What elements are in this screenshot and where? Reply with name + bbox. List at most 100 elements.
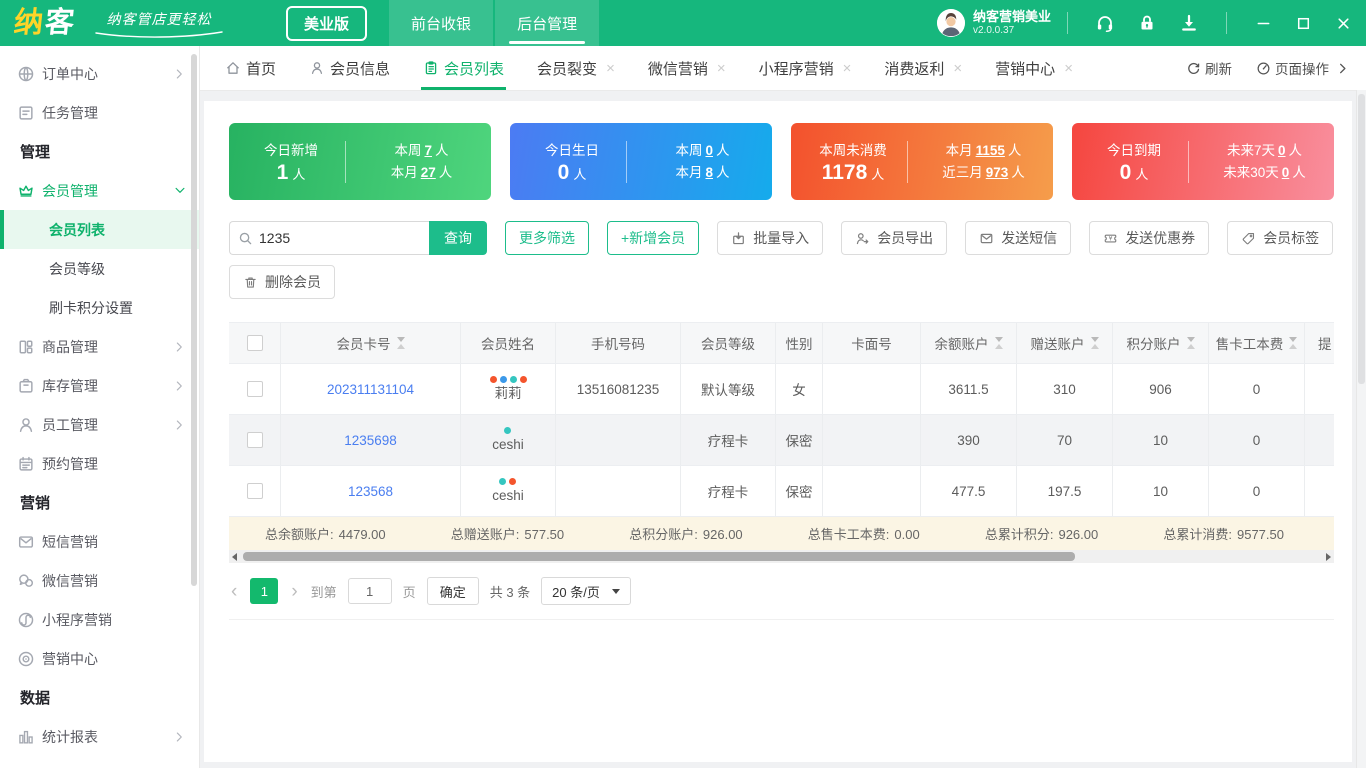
topnav-front-cashier[interactable]: 前台收银 (389, 0, 493, 46)
horizontal-scrollbar[interactable] (229, 550, 1334, 563)
table-row[interactable]: 1235698 ceshi 疗程卡 保密 (229, 415, 1334, 466)
stat-card-main: 今日新增 1人 (243, 139, 339, 185)
lock-icon[interactable] (1137, 13, 1157, 33)
row-checkbox[interactable] (247, 432, 263, 448)
send-sms-button[interactable]: 发送短信 (965, 221, 1071, 255)
tab-member-fission[interactable]: 会员裂变 × (537, 46, 615, 90)
more-filter-button[interactable]: 更多筛选 (505, 221, 589, 255)
miniprogram-icon (17, 611, 35, 629)
confirm-page-button[interactable]: 确定 (427, 577, 479, 605)
page-scrollbar[interactable] (1356, 90, 1366, 768)
goods-icon (17, 338, 35, 356)
sort-icons[interactable] (1187, 337, 1195, 349)
col-header-card-fee[interactable]: 售卡工本费 (1209, 323, 1305, 363)
tab-consume-rebate[interactable]: 消费返利 × (884, 46, 962, 90)
row-checkbox[interactable] (247, 483, 263, 499)
sidebar-item-appointment-manage[interactable]: 预约管理 (0, 444, 199, 483)
sort-icons[interactable] (397, 337, 405, 349)
sidebar-item-statistics-report[interactable]: 统计报表 (0, 717, 199, 756)
maximize-button[interactable] (1288, 8, 1318, 38)
tab-home[interactable]: 首页 (225, 46, 276, 90)
col-header-points[interactable]: 积分账户 (1113, 323, 1209, 363)
member-card-link[interactable]: 123568 (348, 484, 393, 499)
select-all-checkbox[interactable] (247, 335, 263, 351)
stat-card-birthday-today[interactable]: 今日生日 0人 本周0人 本月8人 (510, 123, 772, 200)
sidebar-item-wechat-marketing[interactable]: 微信营销 (0, 561, 199, 600)
sidebar-item-task-manage[interactable]: 任务管理 (0, 93, 199, 132)
stat-card-expire-today[interactable]: 今日到期 0人 未来7天0人 未来30天0人 (1072, 123, 1334, 200)
tab-close-icon[interactable]: × (717, 61, 726, 76)
sidebar-item-staff-manage[interactable]: 员工管理 (0, 405, 199, 444)
sidebar-item-goods-manage[interactable]: 商品管理 (0, 327, 199, 366)
member-tag-button[interactable]: 会员标签 (1227, 221, 1333, 255)
col-header-gift[interactable]: 赠送账户 (1017, 323, 1113, 363)
summary-item: 总售卡工本费:0.00 (808, 524, 925, 543)
stat-card-no-consume-week[interactable]: 本周未消费 1178人 本月1155人 近三月973人 (791, 123, 1053, 200)
sidebar-item-card-points-setting[interactable]: 刷卡积分设置 (0, 288, 199, 327)
tab-close-icon[interactable]: × (606, 61, 615, 76)
user-box[interactable]: 纳客营销美业 v2.0.0.37 (937, 9, 1051, 37)
sidebar-item-partial[interactable] (0, 756, 199, 768)
download-icon[interactable] (1179, 13, 1199, 33)
tab-miniprogram-marketing[interactable]: 小程序营销 × (759, 46, 852, 90)
col-header-balance[interactable]: 余额账户 (921, 323, 1017, 363)
topbar-divider (1067, 12, 1068, 34)
tab-marketing-center[interactable]: 营销中心 × (995, 46, 1073, 90)
tab-label: 会员信息 (330, 58, 390, 79)
bar-chart-icon (17, 728, 35, 746)
refresh-icon (1186, 61, 1201, 76)
search-input[interactable] (259, 230, 421, 246)
table-row[interactable]: 202311131104 莉莉 13516081235 默认等级 女 (229, 364, 1334, 415)
horizontal-scrollbar-thumb[interactable] (243, 552, 1075, 561)
sidebar-item-order-center[interactable]: 订单中心 (0, 54, 199, 93)
tab-close-icon[interactable]: × (953, 61, 962, 76)
member-name-cell: ceshi (492, 478, 524, 505)
stat-card-new-today[interactable]: 今日新增 1人 本周7人 本月27人 (229, 123, 491, 200)
tab-close-icon[interactable]: × (1064, 61, 1073, 76)
delete-member-button[interactable]: 删除会员 (229, 265, 335, 299)
tab-member-info[interactable]: 会员信息 (309, 46, 390, 90)
sidebar-item-member-list[interactable]: 会员列表 (0, 210, 199, 249)
tab-close-icon[interactable]: × (843, 61, 852, 76)
member-card-link[interactable]: 1235698 (344, 433, 397, 448)
sidebar-item-member-manage[interactable]: 会员管理 (0, 171, 199, 210)
topnav-back-manage[interactable]: 后台管理 (495, 0, 599, 46)
search-button[interactable]: 查询 (429, 221, 487, 255)
refresh-button[interactable]: 刷新 (1186, 58, 1232, 78)
tab-member-list[interactable]: 会员列表 (423, 46, 504, 90)
tab-wechat-marketing[interactable]: 微信营销 × (648, 46, 726, 90)
sidebar-item-sms-marketing[interactable]: 短信营销 (0, 522, 199, 561)
table-row[interactable]: 123568 ceshi 疗程卡 保密 (229, 466, 1334, 517)
add-member-button[interactable]: +新增会员 (607, 221, 699, 255)
col-header-level: 会员等级 (681, 323, 776, 363)
page-actions-button[interactable]: 页面操作 (1256, 58, 1350, 78)
member-face-no (823, 415, 921, 465)
next-page-button[interactable]: › (289, 582, 299, 601)
current-page-button[interactable]: 1 (250, 578, 278, 604)
member-export-button[interactable]: 会员导出 (841, 221, 947, 255)
sidebar-item-member-level[interactable]: 会员等级 (0, 249, 199, 288)
sort-icons[interactable] (1091, 337, 1099, 349)
sidebar-item-stock-manage[interactable]: 库存管理 (0, 366, 199, 405)
sort-icons[interactable] (995, 337, 1003, 349)
sidebar-item-miniprogram-marketing[interactable]: 小程序营销 (0, 600, 199, 639)
page-scrollbar-thumb[interactable] (1358, 94, 1365, 384)
send-coupon-button[interactable]: 发送优惠券 (1089, 221, 1209, 255)
sort-icons[interactable] (1289, 337, 1297, 349)
row-checkbox[interactable] (247, 381, 263, 397)
sidebar-item-marketing-center[interactable]: 营销中心 (0, 639, 199, 678)
customer-service-icon[interactable] (1095, 13, 1115, 33)
stat-card-main: 本周未消费 1178人 (805, 139, 901, 185)
scroll-right-arrow-icon[interactable] (1326, 553, 1331, 561)
minimize-button[interactable] (1248, 8, 1278, 38)
col-header-card-no[interactable]: 会员卡号 (281, 323, 461, 363)
edition-button[interactable]: 美业版 (286, 6, 367, 41)
batch-import-button[interactable]: 批量导入 (717, 221, 823, 255)
member-card-link[interactable]: 202311131104 (327, 382, 414, 397)
close-button[interactable] (1328, 8, 1358, 38)
sidebar-scrollbar[interactable] (191, 54, 197, 586)
scroll-left-arrow-icon[interactable] (232, 553, 237, 561)
prev-page-button[interactable]: ‹ (229, 582, 239, 601)
page-size-select[interactable]: 20 条/页 (541, 577, 631, 605)
goto-page-input[interactable] (348, 578, 392, 604)
